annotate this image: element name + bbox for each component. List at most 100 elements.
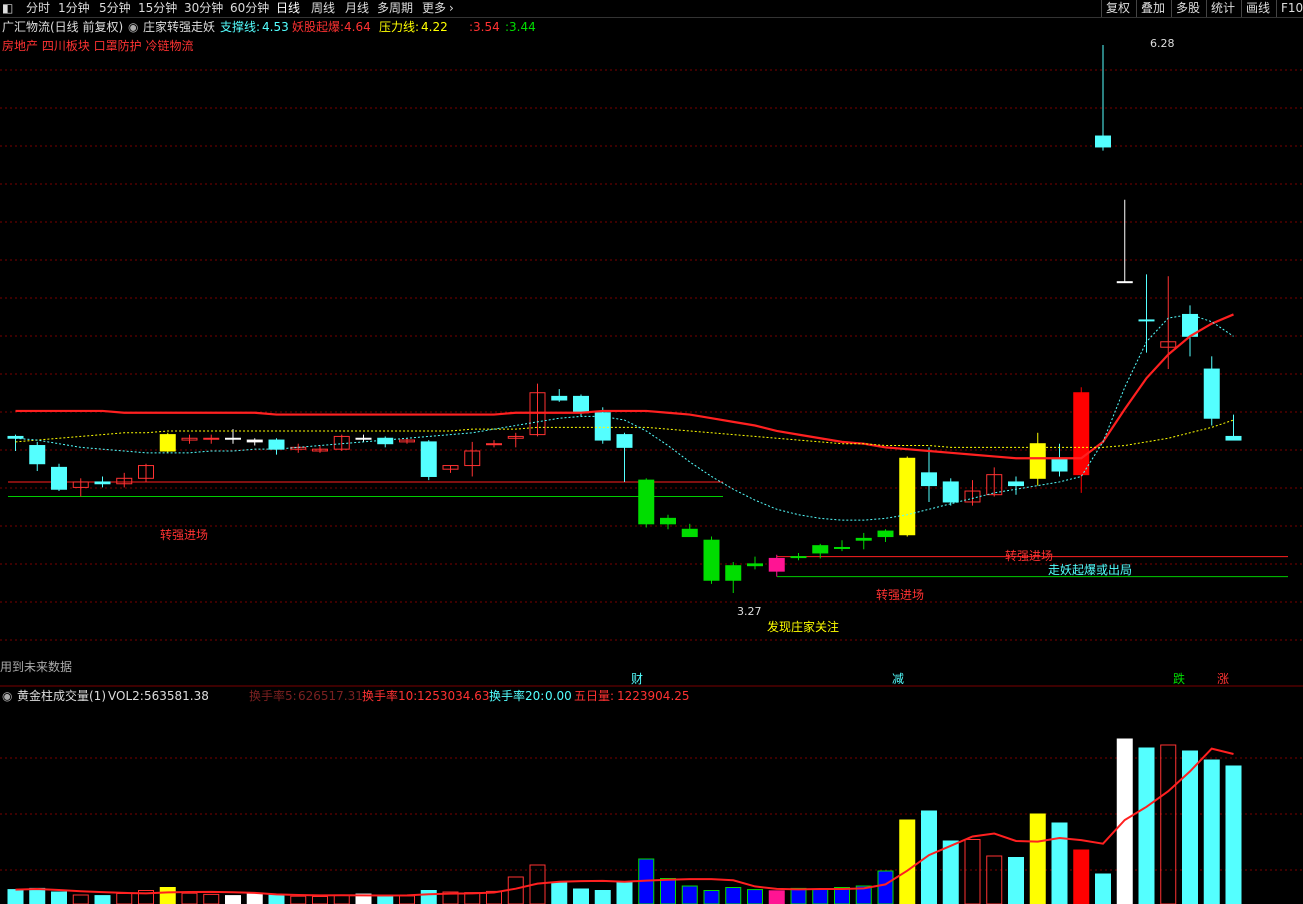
candle-body xyxy=(29,445,46,465)
vol2-value: 563581.38 xyxy=(144,689,209,703)
tab-60min[interactable]: 60分钟 xyxy=(230,0,269,17)
volume-bar xyxy=(225,895,241,904)
tab-30min[interactable]: 30分钟 xyxy=(184,0,223,17)
volume-bar xyxy=(899,819,916,904)
volume-bar xyxy=(377,895,394,904)
extra-value-2: :3.44 xyxy=(505,20,536,34)
candle-body xyxy=(681,528,698,538)
exit-signal: 走妖起爆或出局 xyxy=(1048,563,1133,577)
volume-bar xyxy=(573,888,589,904)
volume-bar xyxy=(703,890,720,904)
candle-body xyxy=(1203,368,1220,419)
volume-bar xyxy=(268,894,285,904)
yao-label: 妖股起爆: xyxy=(292,20,345,34)
volume-bar xyxy=(399,895,415,904)
volume-bar xyxy=(942,840,959,904)
tab-1min[interactable]: 1分钟 xyxy=(58,0,90,17)
volume-bar xyxy=(747,889,763,904)
wuri-value: 1223904.25 xyxy=(617,689,690,703)
volume-bar xyxy=(986,855,1003,904)
candle-body xyxy=(768,557,785,572)
multi-stock-button[interactable]: 多股 xyxy=(1171,0,1204,17)
enter-signal-3: 转强进场 xyxy=(876,588,925,602)
volume-bar xyxy=(681,885,698,904)
candle-body xyxy=(834,546,850,549)
hs10-value: 1253034.63 xyxy=(417,689,490,703)
overlay-button[interactable]: 叠加 xyxy=(1136,0,1169,17)
volume-bar xyxy=(290,895,307,904)
volume-bar xyxy=(1029,813,1046,904)
tab-monthly[interactable]: 月线 xyxy=(345,0,369,17)
volume-bar xyxy=(246,893,263,904)
stock-title: 广汇物流(日线 前复权) xyxy=(2,20,124,34)
candle-body xyxy=(551,395,568,401)
volume-bar xyxy=(181,892,198,904)
candle-body xyxy=(203,437,220,440)
event-zhang[interactable]: 涨 xyxy=(1217,672,1229,686)
sector-tags: 房地产 四川板块 口罩防护 冷链物流 xyxy=(2,39,194,53)
volume-bar xyxy=(1073,849,1090,904)
volume-bar xyxy=(812,888,829,904)
volume-ma-line xyxy=(15,747,1234,897)
event-cai[interactable]: 财 xyxy=(631,672,643,686)
event-die[interactable]: 跌 xyxy=(1173,672,1185,686)
stats-button[interactable]: 统计 xyxy=(1206,0,1239,17)
price-chart[interactable] xyxy=(0,18,1303,904)
candle-body xyxy=(942,481,959,503)
candle-body xyxy=(486,443,502,446)
enter-signal-1: 转强进场 xyxy=(160,528,209,542)
tab-weekly[interactable]: 周线 xyxy=(311,0,335,17)
hs5-value: 626517.31 xyxy=(298,689,363,703)
tab-daily[interactable]: 日线 xyxy=(276,0,300,17)
collapse-icon[interactable]: ◉ xyxy=(128,20,138,34)
volume-bar xyxy=(203,893,220,904)
volume-bar xyxy=(594,890,611,904)
support-value: 4.53 xyxy=(262,20,289,34)
volume-bar xyxy=(877,870,894,904)
toolbar: ◧ 分时 1分钟 5分钟 15分钟 30分钟 60分钟 日线 周线 月线 多周期… xyxy=(0,0,1303,18)
candle-body xyxy=(7,435,24,439)
candle-body xyxy=(246,439,263,443)
hs20-label: 换手率20: xyxy=(489,689,545,703)
candle-body xyxy=(1073,392,1090,476)
candle-body xyxy=(703,539,720,581)
vol-indicator-name[interactable]: 黄金柱成交量(1) xyxy=(17,689,106,703)
candle-body xyxy=(725,565,742,581)
notice-signal: 发现庄家关注 xyxy=(767,620,840,634)
hs10-label: 换手率10: xyxy=(362,689,418,703)
indicator-name[interactable]: 庄家转强走妖 xyxy=(143,20,215,34)
volume-bar xyxy=(333,894,350,904)
vol-collapse-icon[interactable]: ◉ xyxy=(2,689,12,703)
volume-bar xyxy=(420,890,437,904)
draw-button[interactable]: 画线 xyxy=(1241,0,1274,17)
volume-bar xyxy=(1225,765,1242,904)
low-price-label: 3.27 xyxy=(737,605,762,618)
high-price-label: 6.28 xyxy=(1150,37,1175,50)
event-jian[interactable]: 减 xyxy=(892,672,904,686)
tab-more[interactable]: 更多 xyxy=(422,0,446,17)
menu-icon[interactable]: ◧ xyxy=(2,0,13,17)
volume-bar xyxy=(116,893,133,904)
tab-multi-period[interactable]: 多周期 xyxy=(377,0,413,17)
candle-body xyxy=(420,441,437,477)
tab-fenshi[interactable]: 分时 xyxy=(26,0,50,17)
candle-body xyxy=(660,517,676,525)
candle-body xyxy=(268,439,285,450)
chevron-right-icon[interactable]: › xyxy=(449,0,454,17)
f10-button[interactable]: F10 xyxy=(1276,0,1303,17)
candle-body xyxy=(616,434,633,448)
candle-body xyxy=(1095,135,1111,148)
volume-bar xyxy=(660,878,676,904)
candle-body xyxy=(159,434,176,452)
volume-bar xyxy=(551,882,568,904)
wuri-label: 五日量: xyxy=(574,689,615,703)
candle-body xyxy=(1116,281,1133,284)
candle-body xyxy=(855,537,872,541)
volume-bar xyxy=(1008,857,1024,904)
tab-15min[interactable]: 15分钟 xyxy=(138,0,177,17)
tab-5min[interactable]: 5分钟 xyxy=(99,0,131,17)
volume-bar xyxy=(29,887,46,904)
fuquan-button[interactable]: 复权 xyxy=(1101,0,1134,17)
candle-body xyxy=(790,556,807,559)
volume-bar xyxy=(1182,750,1198,904)
